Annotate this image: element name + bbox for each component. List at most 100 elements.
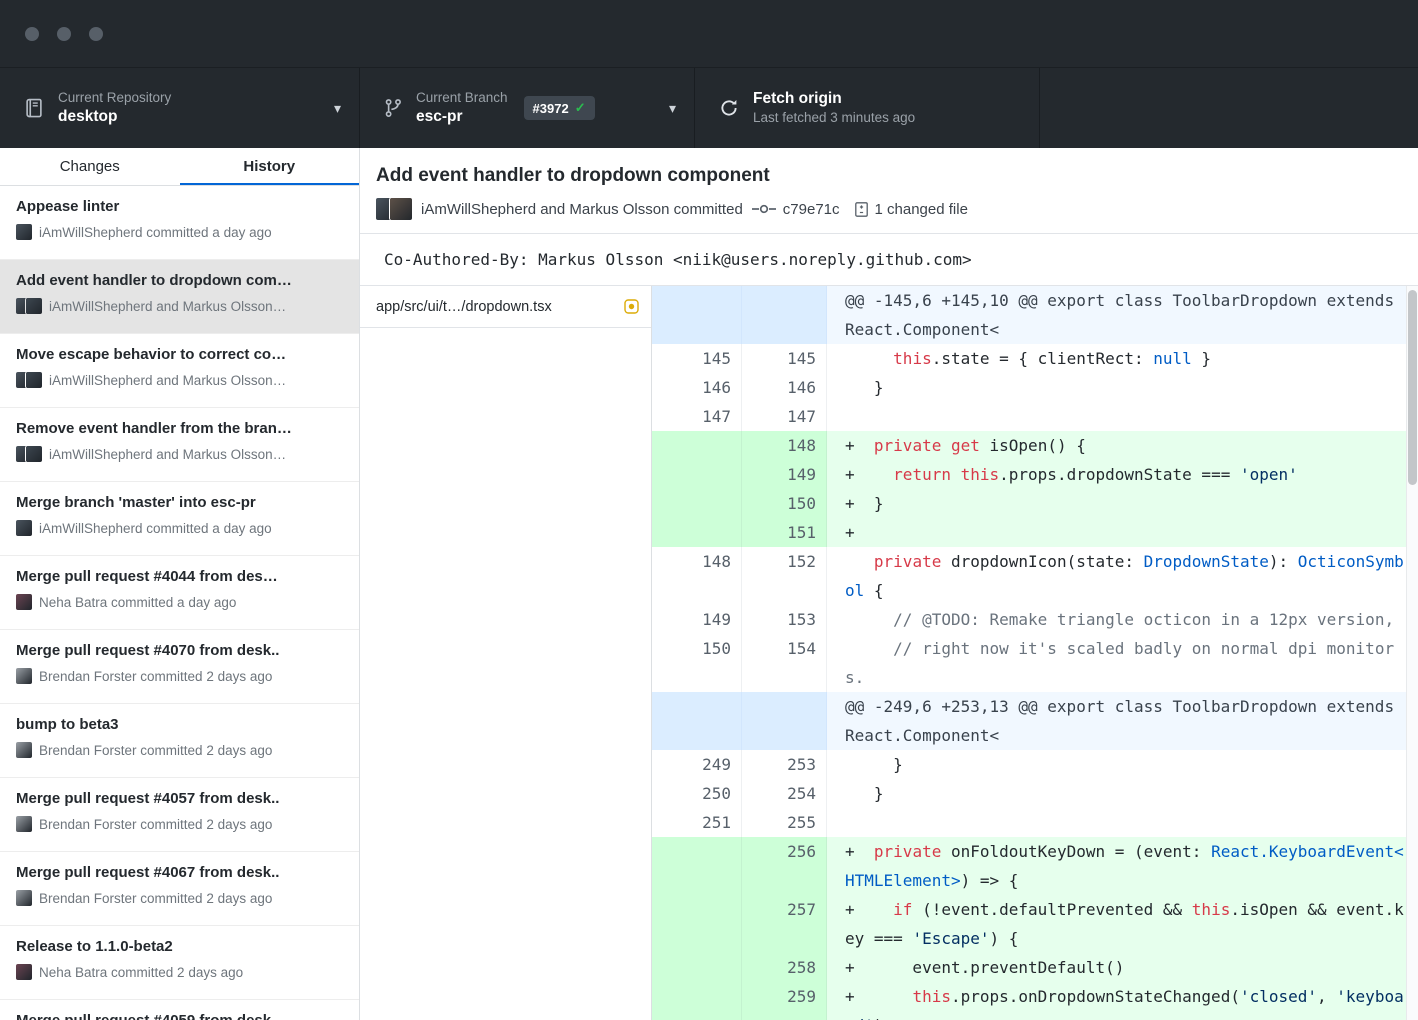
avatar — [16, 964, 32, 980]
avatar — [26, 446, 42, 462]
commit-meta: Neha Batra committed a day ago — [39, 595, 236, 610]
zoom-button[interactable] — [89, 27, 103, 41]
avatar — [16, 520, 32, 536]
branch-label: Current Branch — [416, 89, 508, 107]
commit-avatars — [16, 816, 32, 832]
chevron-down-icon: ▾ — [669, 101, 676, 115]
diff-viewer: @@ -145,6 +145,10 @@ export class Toolba… — [652, 286, 1418, 1020]
commit-meta: Brendan Forster committed 2 days ago — [39, 669, 272, 684]
diff-hunk-header: @@ -145,6 +145,10 @@ export class Toolba… — [652, 286, 1418, 344]
commit-list-item[interactable]: Merge pull request #4067 from desk.. Bre… — [0, 852, 359, 926]
commit-list-item[interactable]: Merge pull request #4059 from desk.. — [0, 1000, 359, 1020]
avatar — [390, 198, 412, 220]
avatar — [26, 298, 42, 314]
commit-meta: iAmWillShepherd committed a day ago — [39, 225, 272, 240]
diff-scrollbar[interactable] — [1406, 286, 1418, 1020]
commit-list-item[interactable]: Release to 1.1.0-beta2 Neha Batra commit… — [0, 926, 359, 1000]
diff-line: 250254 } — [652, 779, 1418, 808]
diff-line: 149+ return this.props.dropdownState ===… — [652, 460, 1418, 489]
sync-icon — [719, 98, 739, 118]
commit-list-item[interactable]: Add event handler to dropdown com… iAmWi… — [0, 260, 359, 334]
fetch-status: Last fetched 3 minutes ago — [753, 109, 915, 127]
diff-line: 146146 } — [652, 373, 1418, 402]
avatar — [16, 224, 32, 240]
commit-title: Move escape behavior to correct co… — [16, 345, 345, 365]
commit-avatars — [16, 964, 32, 980]
git-commit-icon — [752, 203, 776, 215]
avatar — [16, 594, 32, 610]
titlebar — [0, 0, 1418, 68]
commit-avatars — [16, 742, 32, 758]
scrollbar-thumb[interactable] — [1408, 290, 1417, 485]
minimize-button[interactable] — [57, 27, 71, 41]
diff-line: 258+ event.preventDefault() — [652, 953, 1418, 982]
commit-list-item[interactable]: Move escape behavior to correct co… iAmW… — [0, 334, 359, 408]
commit-author-avatars — [376, 198, 412, 220]
commit-meta: iAmWillShepherd and Markus Olsson… — [49, 373, 286, 388]
diff-line: 147147 — [652, 402, 1418, 431]
main-panel: Add event handler to dropdown component … — [360, 148, 1418, 1020]
content: Changes History Appease linter iAmWillSh… — [0, 148, 1418, 1020]
commit-list-item[interactable]: bump to beta3 Brendan Forster committed … — [0, 704, 359, 778]
changed-files-panel: app/src/ui/t…/dropdown.tsx — [360, 286, 652, 1020]
commit-meta: iAmWillShepherd committed a day ago — [39, 521, 272, 536]
commit-title: Merge pull request #4070 from desk.. — [16, 641, 345, 661]
file-diff-icon — [855, 202, 868, 217]
commit-avatars — [16, 224, 32, 240]
diff-line: 259+ this.props.onDropdownStateChanged('… — [652, 982, 1418, 1020]
sidebar: Changes History Appease linter iAmWillSh… — [0, 148, 360, 1020]
repository-name: desktop — [58, 107, 171, 127]
git-branch-icon — [384, 98, 402, 118]
diff-line: 151+ — [652, 518, 1418, 547]
tab-history[interactable]: History — [180, 148, 360, 185]
tab-changes[interactable]: Changes — [0, 148, 180, 185]
commit-meta: iAmWillShepherd and Markus Olsson… — [49, 299, 286, 314]
toolbar-filler — [1040, 68, 1418, 148]
commit-title: Merge pull request #4059 from desk.. — [16, 1011, 345, 1020]
branch-name: esc-pr — [416, 107, 508, 127]
commit-list-item[interactable]: Merge pull request #4057 from desk.. Bre… — [0, 778, 359, 852]
file-path: app/src/ui/t…/dropdown.tsx — [376, 299, 616, 315]
window-controls — [25, 27, 103, 41]
repository-switcher[interactable]: Current Repository desktop ▾ — [0, 68, 360, 148]
commit-list-item[interactable]: Remove event handler from the bran… iAmW… — [0, 408, 359, 482]
commit-meta: Neha Batra committed 2 days ago — [39, 965, 243, 980]
commit-title: Merge branch 'master' into esc-pr — [16, 493, 345, 513]
avatar — [16, 890, 32, 906]
close-button[interactable] — [25, 27, 39, 41]
commit-meta: Brendan Forster committed 2 days ago — [39, 817, 272, 832]
repo-icon — [24, 98, 44, 118]
check-icon: ✓ — [575, 100, 586, 116]
avatar — [16, 742, 32, 758]
toolbar: Current Repository desktop ▾ Current Bra… — [0, 68, 1418, 148]
commit-title: Remove event handler from the bran… — [16, 419, 345, 439]
commit-avatars — [16, 446, 42, 462]
diff-line: 251255 — [652, 808, 1418, 837]
diff-body: @@ -145,6 +145,10 @@ export class Toolba… — [652, 286, 1418, 1020]
commit-authors: iAmWillShepherd and Markus Olsson commit… — [421, 201, 743, 218]
diff-line: 149153 // @TODO: Remake triangle octicon… — [652, 605, 1418, 634]
commit-avatars — [16, 372, 42, 388]
branch-switcher[interactable]: Current Branch esc-pr #3972 ✓ ▾ — [360, 68, 695, 148]
commit-list-item[interactable]: Merge pull request #4044 from des… Neha … — [0, 556, 359, 630]
commit-meta: Brendan Forster committed 2 days ago — [39, 743, 272, 758]
commit-avatars — [16, 298, 42, 314]
fetch-label: Fetch origin — [753, 89, 915, 109]
commit-title: Merge pull request #4044 from des… — [16, 567, 345, 587]
commit-title: Merge pull request #4057 from desk.. — [16, 789, 345, 809]
diff-line: 148152 private dropdownIcon(state: Dropd… — [652, 547, 1418, 605]
avatar — [16, 816, 32, 832]
commit-list-item[interactable]: Merge branch 'master' into esc-pr iAmWil… — [0, 482, 359, 556]
commit-meta: iAmWillShepherd and Markus Olsson… — [49, 447, 286, 462]
commit-summary: Add event handler to dropdown component — [376, 163, 1402, 188]
diff-line: 145145 this.state = { clientRect: null } — [652, 344, 1418, 373]
commit-sha: c79e71c — [783, 201, 840, 218]
fetch-origin-button[interactable]: Fetch origin Last fetched 3 minutes ago — [695, 68, 1040, 148]
commit-list-item[interactable]: Merge pull request #4070 from desk.. Bre… — [0, 630, 359, 704]
commit-title: Add event handler to dropdown com… — [16, 271, 345, 291]
commit-header: Add event handler to dropdown component … — [360, 148, 1418, 234]
commit-meta: Brendan Forster committed 2 days ago — [39, 891, 272, 906]
file-list-item[interactable]: app/src/ui/t…/dropdown.tsx — [360, 286, 651, 328]
commit-list-item[interactable]: Appease linter iAmWillShepherd committed… — [0, 186, 359, 260]
diff-line: 249253 } — [652, 750, 1418, 779]
